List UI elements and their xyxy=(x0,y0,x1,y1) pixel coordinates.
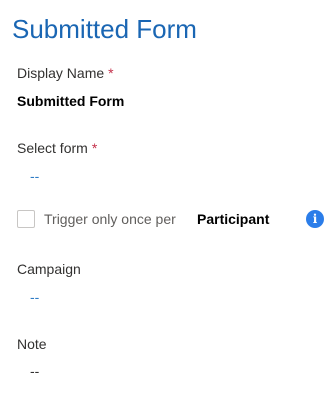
trigger-once-row: Trigger only once per Participant i xyxy=(17,209,327,231)
info-icon[interactable]: i xyxy=(306,210,324,228)
select-form-label: Select form * xyxy=(17,138,97,158)
campaign-label: Campaign xyxy=(17,261,81,277)
trigger-once-checkbox[interactable] xyxy=(17,210,35,228)
display-name-value[interactable]: Submitted Form xyxy=(17,91,124,111)
note-value[interactable]: -- xyxy=(30,361,39,381)
select-form-lookup[interactable]: -- xyxy=(30,166,39,186)
trigger-once-label: Trigger only once per xyxy=(44,211,176,227)
panel-title: Submitted Form xyxy=(12,14,197,44)
select-form-label-text: Select form xyxy=(17,140,88,156)
trigger-once-entity: Participant xyxy=(197,211,270,227)
note-label: Note xyxy=(17,336,47,352)
display-name-label-text: Display Name xyxy=(17,65,105,81)
required-asterisk: * xyxy=(91,140,98,156)
display-name-label: Display Name * xyxy=(17,63,114,83)
submitted-form-panel: Submitted Form Display Name * Submitted F… xyxy=(0,0,333,397)
campaign-lookup[interactable]: -- xyxy=(30,287,39,307)
required-asterisk: * xyxy=(108,65,114,81)
